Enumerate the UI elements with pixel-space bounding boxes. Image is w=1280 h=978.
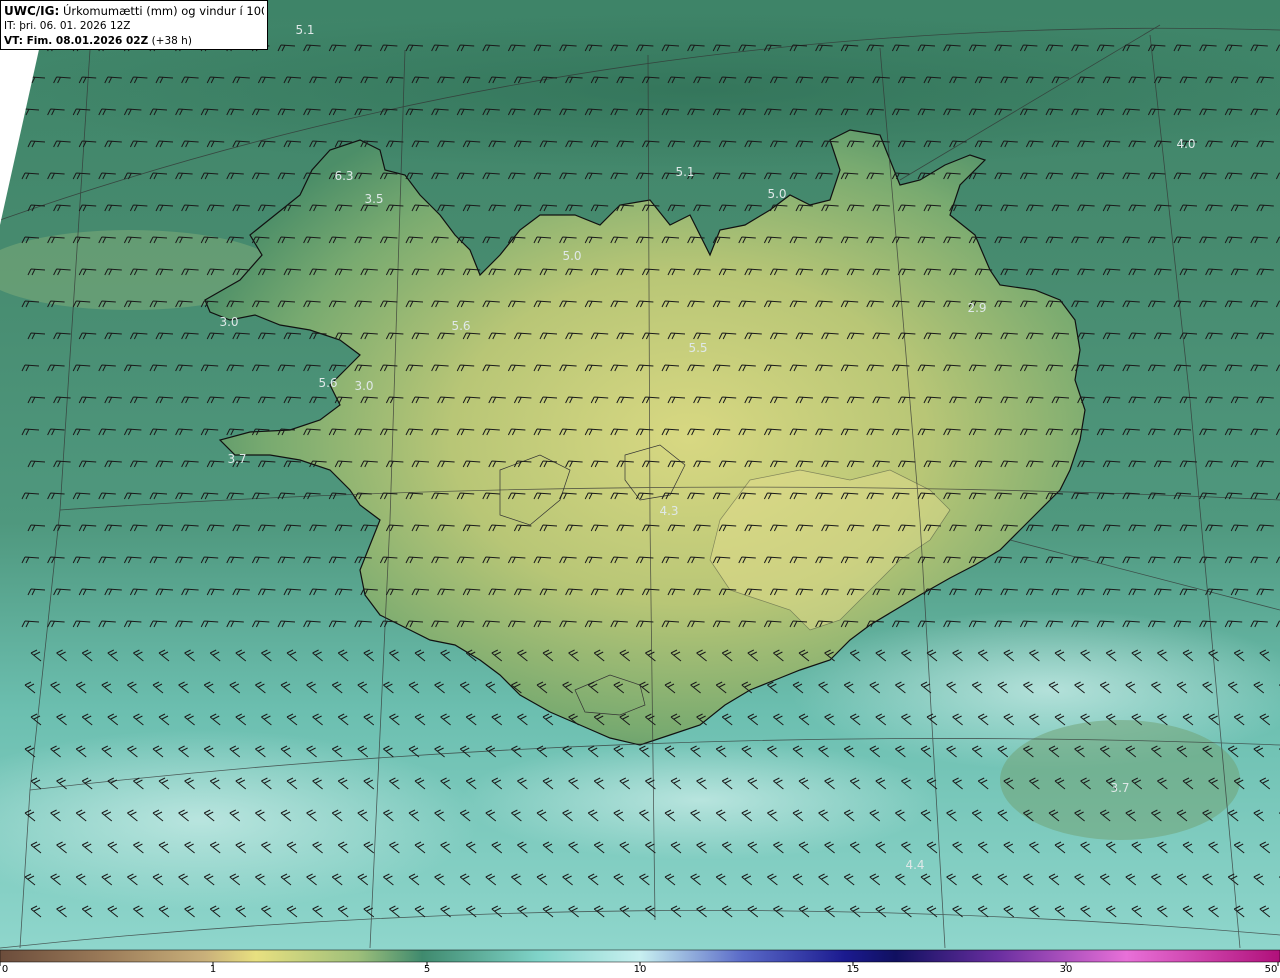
weather-map: 5.1 6.3 3.5 5.1 5.0 4.0 5.0 2.9 3.0 5.6 5.5 5.6 3.0 3… — [0, 0, 1280, 978]
model-domain: 5.1 6.3 3.5 5.1 5.0 4.0 5.0 2.9 3.0 5.6 5.5 5.6 3.0 3… — [0, 0, 1280, 950]
map-value-label: 4.3 — [659, 504, 678, 518]
s-light-band — [460, 740, 940, 860]
colorbar-gradient — [0, 949, 1280, 963]
colorbar-tick-label: 50 — [1264, 964, 1278, 975]
init-time: IT: þri. 06. 01. 2026 12Z — [4, 20, 131, 32]
map-value-label: 5.0 — [562, 249, 581, 263]
valid-time-line: VT: Fim. 08.01.2026 02Z (+38 h) — [4, 34, 264, 49]
colorbar-tick-label: 30 — [1059, 964, 1073, 975]
map-value-label: 6.3 — [334, 169, 353, 183]
map-info-box: UWC/IG: Úrkomumætti (mm) og vindur í 100… — [0, 0, 268, 50]
colorbar-tick-label: 1 — [209, 964, 217, 975]
map-value-label: 3.0 — [219, 315, 238, 329]
map-value-label: 4.4 — [905, 858, 924, 872]
map-value-label: 3.5 — [364, 192, 383, 206]
map-value-label: 3.7 — [1110, 781, 1129, 795]
colorbar-tick-label: 15 — [846, 964, 860, 975]
map-value-label: 5.0 — [767, 187, 786, 201]
colorbar-tick-label: 10 — [633, 964, 647, 975]
map-value-label: 4.0 — [1176, 137, 1195, 151]
map-value-label: 2.9 — [967, 301, 986, 315]
map-value-label: 5.6 — [318, 376, 337, 390]
map-title: Úrkomumætti (mm) og vindur í 100m hæð — [62, 4, 264, 18]
map-value-label: 5.5 — [688, 341, 707, 355]
map-value-label: 3.7 — [227, 452, 246, 466]
map-value-label: 5.1 — [295, 23, 314, 37]
se-dark-patch — [1000, 720, 1240, 840]
model-label: UWC/IG: — [4, 4, 60, 18]
map-value-label: 3.0 — [354, 379, 373, 393]
lead-time: (+38 h) — [151, 35, 192, 47]
colorbar-tick-label: 5 — [423, 964, 431, 975]
colorbar-tick-label: 0 — [1, 964, 9, 975]
map-value-label: 5.6 — [451, 319, 470, 333]
map-value-label: 5.1 — [675, 165, 694, 179]
map-title-line: UWC/IG: Úrkomumætti (mm) og vindur í 100… — [4, 4, 264, 19]
map-canvas: 5.1 6.3 3.5 5.1 5.0 4.0 5.0 2.9 3.0 5.6 5.5 5.6 3.0 3… — [0, 0, 1280, 978]
valid-time: VT: Fim. 08.01.2026 02Z — [4, 35, 149, 47]
